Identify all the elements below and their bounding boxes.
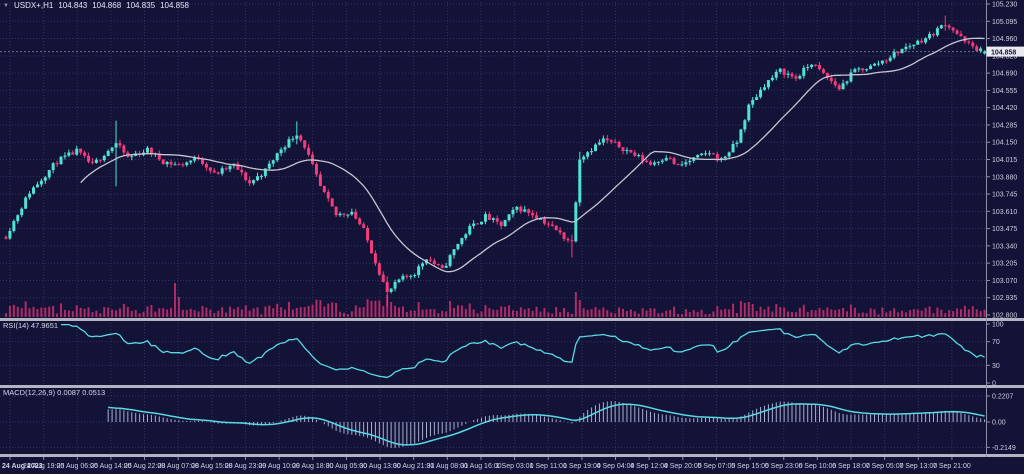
indicator-layer [0,52,986,448]
macd-tick-label: -0.2149 [992,445,1016,452]
price-tick-label: 103.070 [992,278,1017,285]
time-tick-label: 5 Sep 07:00 [698,463,736,470]
symbol-dropdown-icon[interactable]: ▼ [3,3,9,9]
price-tick-label: 105.230 [992,2,1017,9]
chart-canvas[interactable]: 105.230105.095104.960104.825104.690104.5… [0,0,1024,474]
legend-symbol-timeframe: USDX+,H1 [14,1,53,10]
time-tick-label: 7 Sep 21:00 [933,463,971,470]
rsi-tick-label: 100 [992,322,1004,329]
price-tick-label: 104.285 [992,122,1017,129]
time-tick-label: 4 Sep 20:00 [664,463,702,470]
rsi-tick-label: 70 [992,339,1000,346]
macd-tick-label: 0.2207 [992,393,1014,400]
price-tick-label: 103.340 [992,243,1017,250]
price-tick-label: 104.015 [992,157,1017,164]
volume-layer [5,283,986,317]
time-tick-label: 5 Sep 15:00 [731,463,769,470]
time-tick-label: 4 Sep 12:00 [630,463,668,470]
price-tick-label: 103.475 [992,226,1017,233]
macd-tick-label: 0.00 [992,420,1006,427]
time-tick-label: 1 Sep 03:00 [496,463,534,470]
price-tick-label: 103.880 [992,174,1017,181]
axis-layer: 105.230105.095104.960104.825104.690104.5… [2,0,1024,470]
trading-chart-window: 105.230105.095104.960104.825104.690104.5… [0,0,1024,474]
time-tick-label: 1 Sep 11:00 [530,463,567,470]
chart-legend[interactable]: ▼ USDX+,H1 104.843 104.868 104.835 104.8… [3,1,189,10]
rsi-tick-label: 0 [992,381,996,388]
price-tick-label: 104.150 [992,140,1017,147]
legend-open-value: 104.843 [58,1,87,10]
time-tick-label: 6 Sep 10:00 [798,463,836,470]
price-tick-label: 104.690 [992,71,1017,78]
price-tick-label: 102.935 [992,295,1017,302]
price-tick-label: 104.420 [992,105,1017,112]
pane-separator-layer [0,318,1024,457]
time-tick-label: 7 Sep 13:00 [899,463,937,470]
legend-close-value: 104.858 [160,1,189,10]
price-tick-label: 103.745 [992,192,1017,199]
time-tick-label: 7 Sep 05:00 [866,463,904,470]
time-tick-label: 5 Sep 23:00 [765,463,803,470]
price-tick-label: 103.205 [992,261,1017,268]
price-tick-label: 103.610 [992,209,1017,216]
legend-low-value: 104.835 [126,1,155,10]
price-tick-label: 105.095 [992,19,1017,26]
rsi-tick-label: 30 [992,363,1000,370]
current-price-value: 104.858 [991,50,1016,57]
price-tick-label: 104.960 [992,36,1017,43]
legend-high-value: 104.868 [92,1,121,10]
price-tick-label: 102.800 [992,313,1017,320]
time-tick-label: 1 Sep 19:00 [563,463,601,470]
price-tick-label: 104.555 [992,88,1017,95]
time-tick-label: 6 Sep 18:00 [832,463,870,470]
time-tick-label: 4 Sep 04:00 [597,463,635,470]
